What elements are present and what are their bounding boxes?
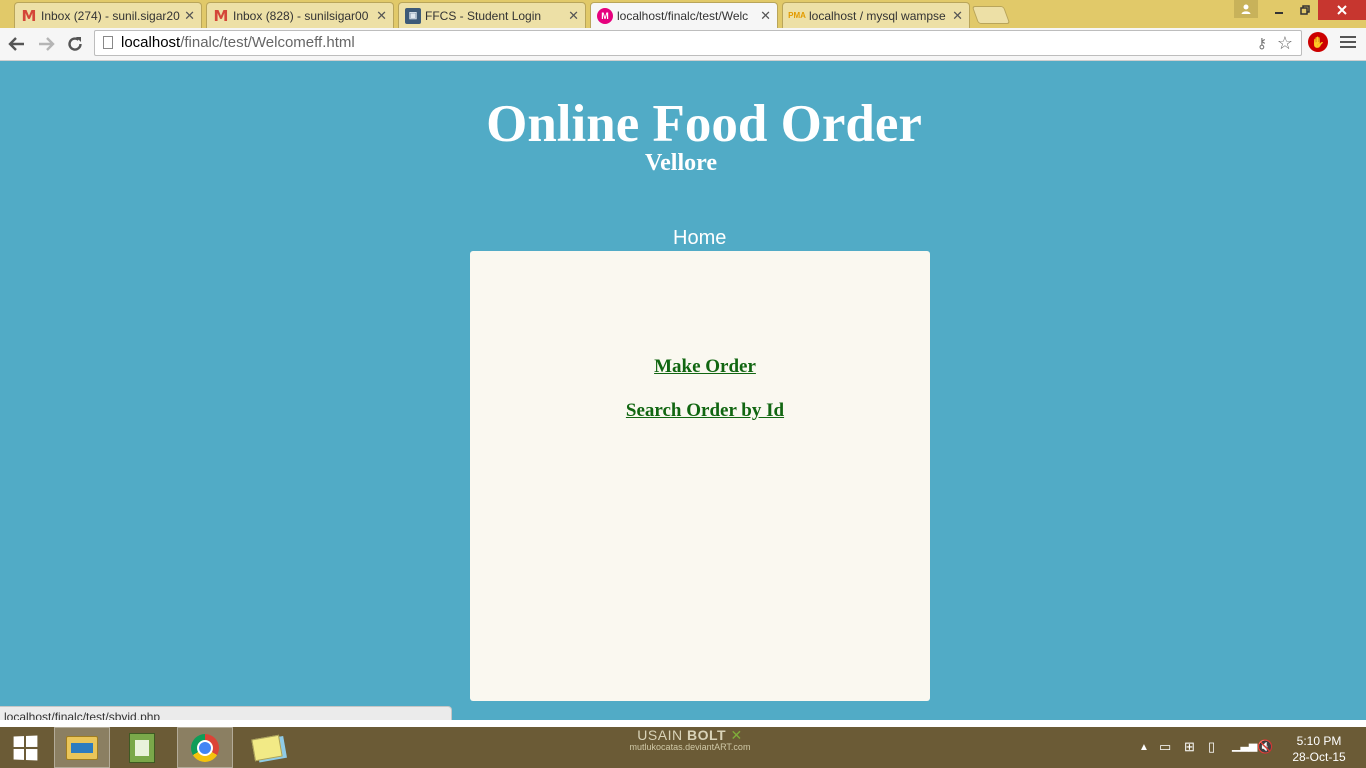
taskbar-chrome[interactable] (177, 727, 233, 768)
network-signal-icon[interactable]: ▁▃▅ (1232, 739, 1257, 752)
browser-toolbar: localhost/finalc/test/Welcomeff.html ⚷ ☆… (0, 28, 1366, 61)
url-host: localhost (121, 34, 181, 51)
close-icon (1337, 5, 1347, 15)
tab-gmail-1[interactable]: M Inbox (274) - sunil.sigar20 ✕ (14, 2, 202, 28)
web-page: Online Food Order Vellore Home Make Orde… (0, 61, 1366, 720)
close-tab-icon[interactable]: ✕ (952, 8, 963, 24)
system-clock[interactable]: 5:10 PM 28-Oct-15 (1288, 733, 1350, 765)
windows-tray-icon[interactable]: ⊞ (1184, 739, 1195, 755)
tab-title: Inbox (828) - sunilsigar00 (233, 8, 369, 23)
minimize-icon (1275, 12, 1283, 14)
search-order-link[interactable]: Search Order by Id (470, 400, 940, 422)
site-title: Online Food Order (486, 95, 922, 153)
forward-button[interactable] (34, 32, 58, 56)
file-explorer-icon (66, 735, 98, 760)
tab-localhost-welcome[interactable]: M localhost/finalc/test/Welc ✕ (590, 2, 778, 28)
taskbar-sticky-notes[interactable] (239, 727, 295, 768)
close-tab-icon[interactable]: ✕ (184, 8, 195, 24)
back-button[interactable] (5, 32, 29, 56)
content-panel: Make Order Search Order by Id (470, 251, 930, 701)
tab-phpmyadmin[interactable]: PMA localhost / mysql wampse ✕ (782, 2, 970, 28)
home-link[interactable]: Home (673, 227, 726, 250)
restore-icon (1300, 5, 1310, 15)
wallpaper-credit: mutlukocatas.deviantART.com (629, 742, 751, 752)
reload-button[interactable] (63, 32, 87, 56)
url-path: /finalc/test/Welcomeff.html (180, 34, 355, 51)
page-bottom-strip (0, 720, 1366, 727)
volume-muted-icon[interactable]: 🔇 (1257, 739, 1273, 755)
tab-title: localhost / mysql wampse (809, 8, 946, 23)
phpmyadmin-icon: PMA (788, 11, 806, 20)
chrome-menu-icon[interactable] (1340, 34, 1356, 50)
profile-button[interactable] (1234, 0, 1258, 18)
forward-arrow-icon (39, 37, 55, 51)
make-order-link[interactable]: Make Order (470, 356, 940, 378)
address-url[interactable]: localhost/finalc/test/Welcomeff.html (121, 34, 355, 51)
browser-tab-strip: M Inbox (274) - sunil.sigar20 ✕ M Inbox … (0, 0, 1366, 28)
back-arrow-icon (8, 37, 24, 51)
user-icon (1241, 4, 1251, 14)
minimize-button[interactable] (1266, 0, 1292, 20)
address-bar[interactable]: localhost/finalc/test/Welcomeff.html ⚷ ☆ (94, 30, 1302, 56)
new-tab-button[interactable] (971, 6, 1011, 24)
tab-title: localhost/finalc/test/Welc (617, 8, 749, 23)
gmail-icon: M (21, 6, 37, 25)
bookmark-star-icon[interactable]: ☆ (1277, 33, 1293, 54)
notepad-icon (129, 732, 155, 763)
close-tab-icon[interactable]: ✕ (568, 8, 579, 24)
close-window-button[interactable] (1318, 0, 1366, 20)
site-subtitle: Vellore (645, 150, 717, 176)
localhost-icon: M (597, 7, 613, 24)
gmail-icon: M (213, 6, 229, 25)
show-hidden-icons[interactable]: ▲ (1139, 742, 1149, 753)
page-icon (103, 36, 113, 49)
device-icon[interactable]: ▯ (1208, 739, 1215, 755)
wallpaper-watermark: USAIN BOLT ✕ mutlukocatas.deviantART.com (620, 727, 760, 752)
key-icon[interactable]: ⚷ (1257, 35, 1267, 52)
jamaica-flag-icon: ✕ (730, 727, 743, 743)
windows-logo-icon (13, 734, 38, 761)
tab-title: Inbox (274) - sunil.sigar20 (41, 8, 180, 23)
tab-gmail-2[interactable]: M Inbox (828) - sunilsigar00 ✕ (206, 2, 394, 28)
close-tab-icon[interactable]: ✕ (376, 8, 387, 24)
tab-title: FFCS - Student Login (425, 8, 542, 23)
taskbar-file-explorer[interactable] (54, 727, 110, 768)
chrome-icon (191, 733, 219, 762)
wallpaper-text-2: BOLT (686, 727, 727, 743)
clock-date: 28-Oct-15 (1292, 750, 1346, 764)
sticky-notes-icon (251, 734, 283, 761)
link-status-bubble: localhost/finalc/test/sbyid.php (0, 706, 452, 720)
close-tab-icon[interactable]: ✕ (760, 8, 771, 24)
tab-ffcs[interactable]: ▣ FFCS - Student Login ✕ (398, 2, 586, 28)
clock-time: 5:10 PM (1296, 734, 1342, 748)
adblock-extension-icon[interactable]: ✋ (1308, 32, 1328, 52)
restore-button[interactable] (1292, 0, 1318, 20)
ffcs-icon: ▣ (405, 7, 421, 24)
taskbar-notepad[interactable] (114, 727, 170, 768)
windows-taskbar: USAIN BOLT ✕ mutlukocatas.deviantART.com… (0, 727, 1366, 768)
action-center-icon[interactable]: ▭ (1159, 739, 1171, 755)
reload-icon (68, 37, 82, 51)
start-button[interactable] (0, 727, 50, 768)
wallpaper-text-1: USAIN (637, 727, 683, 743)
